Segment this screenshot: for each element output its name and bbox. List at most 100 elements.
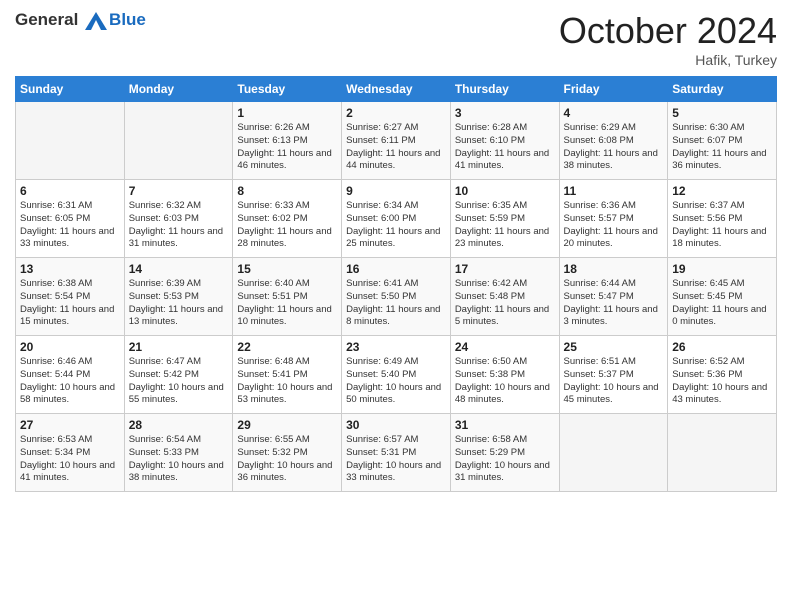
day-number: 30 bbox=[346, 418, 446, 432]
logo: General Blue bbox=[15, 10, 146, 30]
day-number: 9 bbox=[346, 184, 446, 198]
day-number: 22 bbox=[237, 340, 337, 354]
calendar-cell: 19Sunrise: 6:45 AM Sunset: 5:45 PM Dayli… bbox=[668, 258, 777, 336]
calendar-cell bbox=[668, 414, 777, 492]
calendar-cell: 28 Sunrise: 6:54 AM Sunset: 5:33 PM Dayli… bbox=[124, 414, 233, 492]
cell-info: Sunrise: 6:33 AM Sunset: 6:02 PM Dayligh… bbox=[237, 200, 337, 251]
calendar-cell: 31 Sunrise: 6:58 AM Sunset: 5:29 PM Dayli… bbox=[450, 414, 559, 492]
header: General Blue October 2024 Hafik, Turkey bbox=[15, 10, 777, 68]
day-number: 31 bbox=[455, 418, 555, 432]
cell-info: Sunrise: 6:50 AM Sunset: 5:38 PM Dayligh… bbox=[455, 356, 555, 407]
cell-info: Sunrise: 6:28 AM Sunset: 6:10 PM Dayligh… bbox=[455, 122, 555, 173]
calendar-cell: 3 Sunrise: 6:28 AM Sunset: 6:10 PM Daylig… bbox=[450, 102, 559, 180]
col-sunday: Sunday bbox=[16, 77, 125, 102]
calendar-cell: 23 Sunrise: 6:49 AM Sunset: 5:40 PM Dayli… bbox=[342, 336, 451, 414]
day-number: 24 bbox=[455, 340, 555, 354]
cell-info: Sunrise: 6:40 AM Sunset: 5:51 PM Dayligh… bbox=[237, 278, 337, 329]
day-number: 11 bbox=[564, 184, 664, 198]
cell-info: Sunrise: 6:30 AM Sunset: 6:07 PM Dayligh… bbox=[672, 122, 772, 173]
calendar-cell: 20 Sunrise: 6:46 AM Sunset: 5:44 PM Dayli… bbox=[16, 336, 125, 414]
title-block: October 2024 Hafik, Turkey bbox=[559, 10, 777, 68]
calendar-cell: 4 Sunrise: 6:29 AM Sunset: 6:08 PM Daylig… bbox=[559, 102, 668, 180]
calendar-cell: 2Sunrise: 6:27 AM Sunset: 6:11 PM Daylig… bbox=[342, 102, 451, 180]
week-row-0: 1 Sunrise: 6:26 AM Sunset: 6:13 PM Daylig… bbox=[16, 102, 777, 180]
logo-icon bbox=[85, 12, 107, 30]
logo-general: General bbox=[15, 10, 78, 29]
day-number: 23 bbox=[346, 340, 446, 354]
day-number: 15 bbox=[237, 262, 337, 276]
col-friday: Friday bbox=[559, 77, 668, 102]
cell-info: Sunrise: 6:32 AM Sunset: 6:03 PM Dayligh… bbox=[129, 200, 229, 251]
calendar-cell: 24 Sunrise: 6:50 AM Sunset: 5:38 PM Dayli… bbox=[450, 336, 559, 414]
cell-info: Sunrise: 6:42 AM Sunset: 5:48 PM Dayligh… bbox=[455, 278, 555, 329]
calendar-cell: 15 Sunrise: 6:40 AM Sunset: 5:51 PM Dayli… bbox=[233, 258, 342, 336]
calendar-cell bbox=[16, 102, 125, 180]
cell-info: Sunrise: 6:47 AM Sunset: 5:42 PM Dayligh… bbox=[129, 356, 229, 407]
calendar-cell: 17 Sunrise: 6:42 AM Sunset: 5:48 PM Dayli… bbox=[450, 258, 559, 336]
calendar-cell bbox=[124, 102, 233, 180]
day-number: 12 bbox=[672, 184, 772, 198]
calendar-cell: 12 Sunrise: 6:37 AM Sunset: 5:56 PM Dayli… bbox=[668, 180, 777, 258]
day-number: 28 bbox=[129, 418, 229, 432]
day-number: 4 bbox=[564, 106, 664, 120]
cell-info: Sunrise: 6:34 AM Sunset: 6:00 PM Dayligh… bbox=[346, 200, 446, 251]
calendar-page: General Blue October 2024 Hafik, Turkey bbox=[0, 0, 792, 612]
cell-info: Sunrise: 6:53 AM Sunset: 5:34 PM Dayligh… bbox=[20, 434, 120, 485]
cell-info: Sunrise: 6:37 AM Sunset: 5:56 PM Dayligh… bbox=[672, 200, 772, 251]
calendar-cell: 7 Sunrise: 6:32 AM Sunset: 6:03 PM Daylig… bbox=[124, 180, 233, 258]
day-number: 14 bbox=[129, 262, 229, 276]
month-title: October 2024 bbox=[559, 10, 777, 52]
day-number: 21 bbox=[129, 340, 229, 354]
cell-info: Sunrise: 6:54 AM Sunset: 5:33 PM Dayligh… bbox=[129, 434, 229, 485]
calendar-cell: 25Sunrise: 6:51 AM Sunset: 5:37 PM Dayli… bbox=[559, 336, 668, 414]
week-row-2: 13 Sunrise: 6:38 AM Sunset: 5:54 PM Dayli… bbox=[16, 258, 777, 336]
cell-info: Sunrise: 6:48 AM Sunset: 5:41 PM Dayligh… bbox=[237, 356, 337, 407]
day-number: 17 bbox=[455, 262, 555, 276]
calendar-cell: 5 Sunrise: 6:30 AM Sunset: 6:07 PM Daylig… bbox=[668, 102, 777, 180]
day-number: 27 bbox=[20, 418, 120, 432]
cell-info: Sunrise: 6:36 AM Sunset: 5:57 PM Dayligh… bbox=[564, 200, 664, 251]
calendar-cell: 10 Sunrise: 6:35 AM Sunset: 5:59 PM Dayli… bbox=[450, 180, 559, 258]
col-thursday: Thursday bbox=[450, 77, 559, 102]
day-number: 3 bbox=[455, 106, 555, 120]
day-number: 20 bbox=[20, 340, 120, 354]
col-monday: Monday bbox=[124, 77, 233, 102]
day-number: 6 bbox=[20, 184, 120, 198]
cell-info: Sunrise: 6:49 AM Sunset: 5:40 PM Dayligh… bbox=[346, 356, 446, 407]
cell-info: Sunrise: 6:51 AM Sunset: 5:37 PM Dayligh… bbox=[564, 356, 664, 407]
cell-info: Sunrise: 6:38 AM Sunset: 5:54 PM Dayligh… bbox=[20, 278, 120, 329]
day-number: 1 bbox=[237, 106, 337, 120]
calendar-cell: 1 Sunrise: 6:26 AM Sunset: 6:13 PM Daylig… bbox=[233, 102, 342, 180]
calendar-cell: 14Sunrise: 6:39 AM Sunset: 5:53 PM Dayli… bbox=[124, 258, 233, 336]
day-number: 7 bbox=[129, 184, 229, 198]
week-row-3: 20 Sunrise: 6:46 AM Sunset: 5:44 PM Dayli… bbox=[16, 336, 777, 414]
calendar-cell: 27 Sunrise: 6:53 AM Sunset: 5:34 PM Dayli… bbox=[16, 414, 125, 492]
day-number: 26 bbox=[672, 340, 772, 354]
day-number: 13 bbox=[20, 262, 120, 276]
col-tuesday: Tuesday bbox=[233, 77, 342, 102]
day-number: 8 bbox=[237, 184, 337, 198]
week-row-1: 6 Sunrise: 6:31 AM Sunset: 6:05 PM Daylig… bbox=[16, 180, 777, 258]
calendar-cell: 16Sunrise: 6:41 AM Sunset: 5:50 PM Dayli… bbox=[342, 258, 451, 336]
cell-info: Sunrise: 6:31 AM Sunset: 6:05 PM Dayligh… bbox=[20, 200, 120, 251]
day-number: 29 bbox=[237, 418, 337, 432]
day-number: 10 bbox=[455, 184, 555, 198]
calendar-cell: 30Sunrise: 6:57 AM Sunset: 5:31 PM Dayli… bbox=[342, 414, 451, 492]
header-row: Sunday Monday Tuesday Wednesday Thursday… bbox=[16, 77, 777, 102]
calendar-cell: 22 Sunrise: 6:48 AM Sunset: 5:41 PM Dayli… bbox=[233, 336, 342, 414]
calendar-cell: 29Sunrise: 6:55 AM Sunset: 5:32 PM Dayli… bbox=[233, 414, 342, 492]
calendar-cell: 21 Sunrise: 6:47 AM Sunset: 5:42 PM Dayli… bbox=[124, 336, 233, 414]
cell-info: Sunrise: 6:41 AM Sunset: 5:50 PM Dayligh… bbox=[346, 278, 446, 329]
location-subtitle: Hafik, Turkey bbox=[559, 52, 777, 68]
day-number: 5 bbox=[672, 106, 772, 120]
cell-info: Sunrise: 6:26 AM Sunset: 6:13 PM Dayligh… bbox=[237, 122, 337, 173]
cell-info: Sunrise: 6:29 AM Sunset: 6:08 PM Dayligh… bbox=[564, 122, 664, 173]
cell-info: Sunrise: 6:35 AM Sunset: 5:59 PM Dayligh… bbox=[455, 200, 555, 251]
day-number: 2 bbox=[346, 106, 446, 120]
cell-info: Sunrise: 6:46 AM Sunset: 5:44 PM Dayligh… bbox=[20, 356, 120, 407]
logo-blue: Blue bbox=[109, 10, 146, 29]
col-saturday: Saturday bbox=[668, 77, 777, 102]
week-row-4: 27 Sunrise: 6:53 AM Sunset: 5:34 PM Dayli… bbox=[16, 414, 777, 492]
cell-info: Sunrise: 6:58 AM Sunset: 5:29 PM Dayligh… bbox=[455, 434, 555, 485]
calendar-cell: 13 Sunrise: 6:38 AM Sunset: 5:54 PM Dayli… bbox=[16, 258, 125, 336]
